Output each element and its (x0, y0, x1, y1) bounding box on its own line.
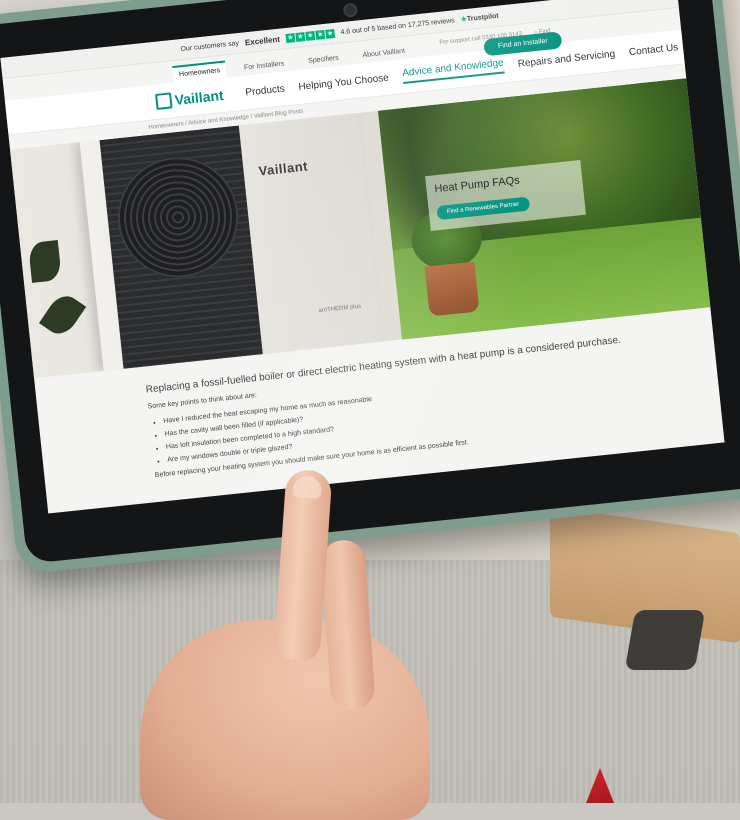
find-renewables-partner-button[interactable]: Find a Renewables Partner (436, 196, 530, 221)
nav-contact-us[interactable]: Contact Us (628, 42, 678, 58)
terracotta-pot (424, 261, 480, 317)
nav-products[interactable]: Products (245, 83, 285, 98)
hand (140, 468, 440, 820)
nav-advice-knowledge[interactable]: Advice and Knowledge (401, 57, 505, 85)
faq-title: Heat Pump FAQs (433, 174, 521, 196)
plant-leaf (38, 289, 87, 340)
vaillant-hare-icon (155, 92, 173, 110)
tablet-screen: Our customers say Excellent ★ ★ ★ ★ ★ 4.… (0, 0, 725, 514)
trust-rating-word: Excellent (244, 34, 281, 47)
plant-leaf (27, 239, 62, 283)
trust-prefix: Our customers say (180, 39, 240, 53)
star-icon: ★ (325, 28, 336, 39)
star-icon: ★ (285, 32, 296, 43)
star-icon: ★ (295, 31, 306, 42)
vaillant-logo[interactable]: Vaillant (155, 87, 224, 110)
nav-repairs-servicing[interactable]: Repairs and Servicing (517, 48, 615, 69)
trust-stars: ★ ★ ★ ★ ★ (285, 28, 336, 43)
garden-image: Heat Pump FAQs Find a Renewables Partner (377, 78, 711, 340)
star-icon: ★ (305, 30, 316, 41)
camera-icon (342, 2, 359, 18)
heat-pump-image: Vaillant aroTHERM plus (10, 110, 403, 379)
trustpilot-logo[interactable]: ★Trustpilot (460, 12, 499, 24)
nav-helping-you-choose[interactable]: Helping You Choose (298, 72, 389, 92)
table-leg (624, 610, 706, 670)
star-icon: ★ (315, 29, 326, 40)
faq-card: Heat Pump FAQs Find a Renewables Partner (425, 159, 586, 231)
fingernail (292, 475, 323, 500)
